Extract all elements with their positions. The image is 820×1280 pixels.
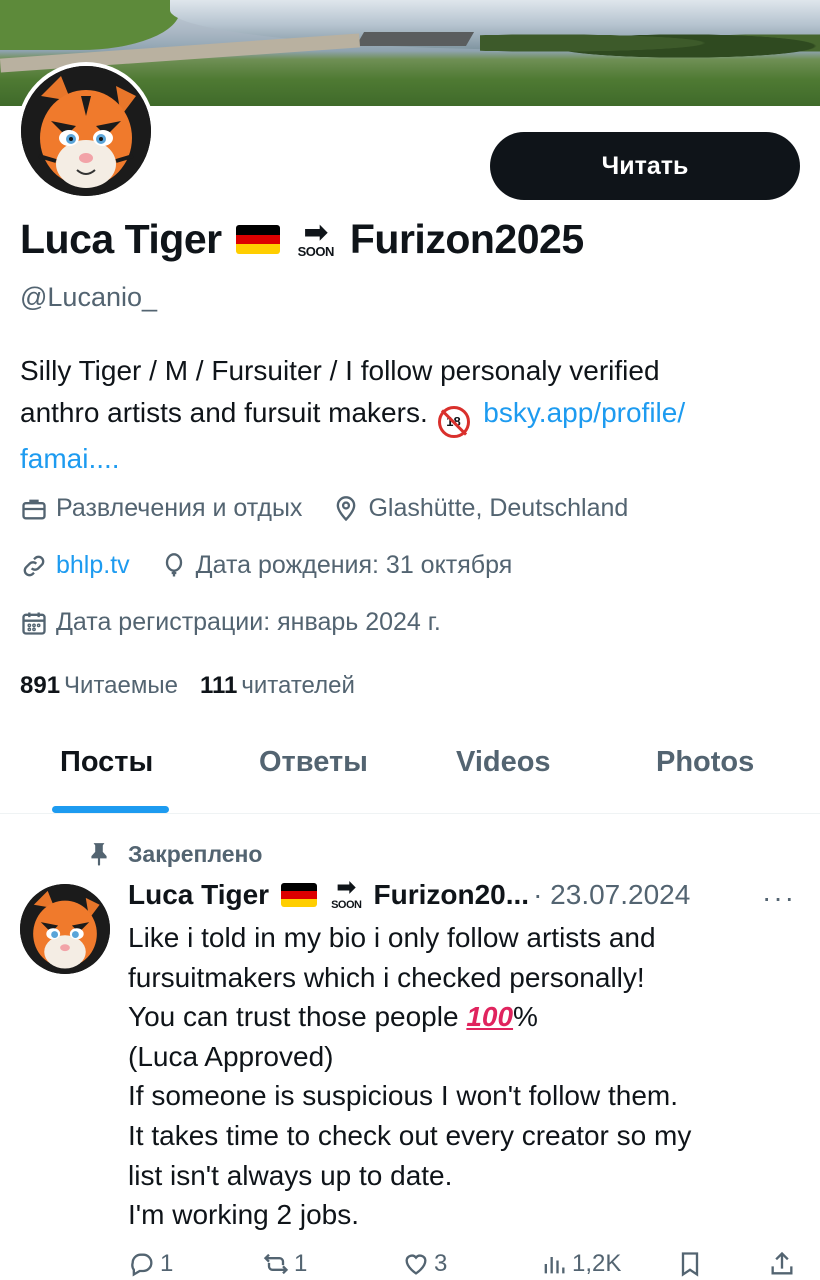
profile-meta-row: Дата регистрации: январь 2024 г. xyxy=(20,608,471,637)
post-author-event[interactable]: Furizon20... xyxy=(374,879,530,911)
category-item: Развлечения и отдых xyxy=(20,494,302,523)
pin-icon xyxy=(91,843,107,866)
post-body: Like i told in my bio i only follow arti… xyxy=(128,918,808,1235)
views-button[interactable]: 1,2K xyxy=(540,1250,621,1278)
followers-stat[interactable]: 111 читателей xyxy=(200,672,355,700)
location-item: Glashütte, Deutschland xyxy=(332,494,628,523)
post-author-name[interactable]: Luca Tiger xyxy=(128,879,269,911)
birthday-item: Дата рождения: 31 октября xyxy=(160,551,512,580)
bio-line: Silly Tiger / M / Fursuiter / I follow p… xyxy=(20,355,660,386)
profile-meta-row: Развлечения и отдых Glashütte, Deutschla… xyxy=(20,494,658,523)
post-header: Luca Tiger ➡ SOON Furizon20... · 23.07.2… xyxy=(128,874,690,912)
post-line: (Luca Approved) xyxy=(128,1040,334,1072)
post-actions: 1 1 3 1,2K xyxy=(128,1250,808,1280)
post-line: If someone is suspicious I won't follow … xyxy=(128,1080,679,1112)
bio-link[interactable]: bsky.app/profile/ xyxy=(483,397,685,428)
profile-handle: @Lucanio_ xyxy=(20,282,158,312)
tiger-avatar-image xyxy=(20,884,110,974)
briefcase-icon xyxy=(22,499,46,519)
profile-name-text: Luca Tiger xyxy=(20,216,222,262)
post-date[interactable]: · 23.07.2024 xyxy=(533,879,690,911)
soon-arrow-icon: ➡ SOON xyxy=(331,874,362,912)
website-link[interactable]: bhlp.tv xyxy=(56,551,130,580)
soon-arrow-icon: ➡ SOON xyxy=(297,215,335,259)
profile-stats: 891 Читаемые 111 читателей xyxy=(20,672,377,700)
no-under-18-icon: 18 xyxy=(437,406,470,438)
profile-avatar[interactable] xyxy=(17,62,155,200)
post-line: list isn't always up to date. xyxy=(128,1159,453,1191)
share-button[interactable] xyxy=(768,1250,800,1278)
post-line: I'm working 2 jobs. xyxy=(128,1199,359,1231)
tiger-avatar-image xyxy=(21,66,151,196)
balloon-icon xyxy=(165,552,182,576)
profile-bio: Silly Tiger / M / Fursuiter / I follow p… xyxy=(20,350,800,480)
profile-meta-row: bhlp.tv Дата рождения: 31 октября xyxy=(20,551,542,580)
tab-replies[interactable]: Ответы xyxy=(259,746,368,779)
post-line: Like i told in my bio i only follow arti… xyxy=(128,922,656,953)
post-author-avatar[interactable] xyxy=(20,884,110,974)
profile-tabs: Посты Ответы Videos Photos xyxy=(0,720,820,814)
bookmark-icon xyxy=(681,1252,699,1277)
calendar-icon xyxy=(22,612,46,635)
link-icon xyxy=(23,555,45,576)
repost-icon xyxy=(263,1253,289,1275)
follow-button[interactable]: Читать xyxy=(490,132,800,200)
share-icon xyxy=(771,1251,793,1275)
reply-icon xyxy=(131,1253,153,1277)
views-chart-icon xyxy=(544,1257,565,1274)
tab-posts[interactable]: Посты xyxy=(60,746,153,779)
website-item[interactable]: bhlp.tv xyxy=(20,551,130,580)
bookmark-button[interactable] xyxy=(676,1250,708,1278)
pinned-label: Закреплено xyxy=(86,840,263,868)
tab-photos[interactable]: Photos xyxy=(656,746,754,779)
active-tab-indicator xyxy=(52,806,169,813)
post-line: It takes time to check out every creator… xyxy=(128,1119,692,1151)
profile-event-text: Furizon2025 xyxy=(349,216,584,262)
germany-flag-icon xyxy=(235,225,280,254)
post-line: fursuitmakers which i checked personally… xyxy=(128,961,645,993)
profile-display-name: Luca Tiger ➡ SOON Furizon2025 xyxy=(20,216,584,263)
more-options-icon[interactable]: ··· xyxy=(762,882,796,914)
tab-videos[interactable]: Videos xyxy=(456,746,551,779)
post-line: You can trust those people 100% xyxy=(128,1001,538,1033)
hundred-points-icon: 100 xyxy=(466,1001,514,1033)
joined-item: Дата регистрации: январь 2024 г. xyxy=(20,608,441,637)
germany-flag-icon xyxy=(281,883,318,907)
repost-button[interactable]: 1 xyxy=(262,1250,307,1278)
heart-icon xyxy=(405,1254,427,1275)
location-pin-icon xyxy=(337,495,356,521)
bio-link-continuation[interactable]: famai.... xyxy=(20,438,800,480)
reply-button[interactable]: 1 xyxy=(128,1250,173,1278)
bio-line: anthro artists and fursuit makers. xyxy=(20,397,428,428)
following-stat[interactable]: 891 Читаемые xyxy=(20,672,178,700)
like-button[interactable]: 3 xyxy=(402,1250,447,1278)
